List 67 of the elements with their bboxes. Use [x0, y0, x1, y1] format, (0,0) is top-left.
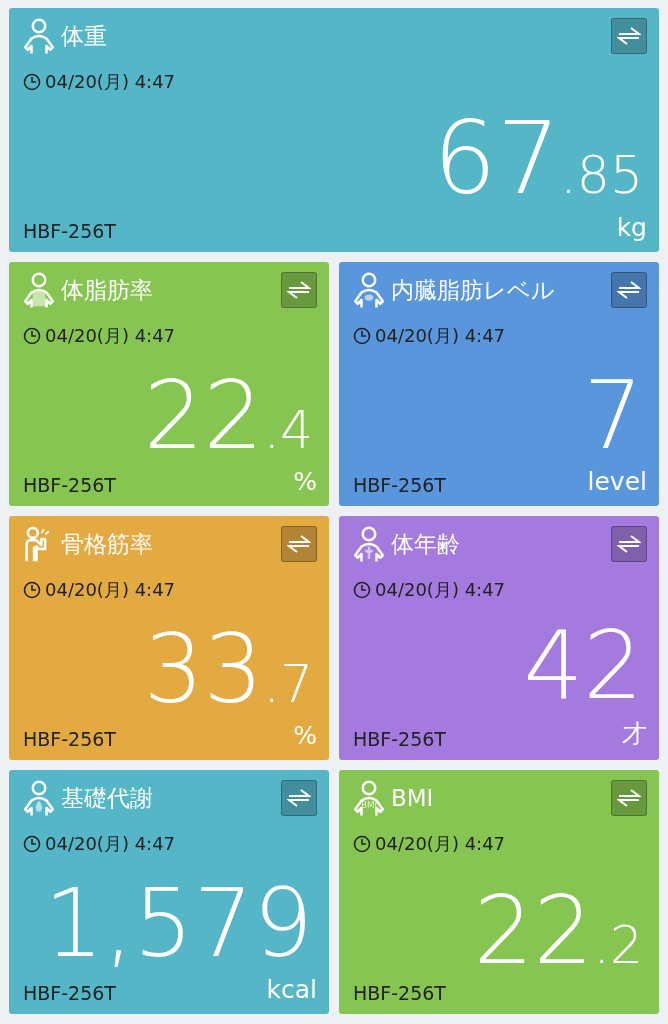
device-model: HBF-256T	[23, 220, 116, 242]
swap-button[interactable]	[281, 272, 317, 308]
clock-icon	[23, 581, 41, 599]
device-model: HBF-256T	[23, 728, 116, 750]
measurement-card[interactable]: 骨格筋率 04/20(月) 4:47 33.7 HBF-256T %	[9, 516, 329, 760]
unit-label: %	[293, 467, 317, 496]
swap-arrows-icon	[617, 280, 641, 300]
card-title: 体脂肪率	[61, 275, 154, 305]
device-model: HBF-256T	[353, 982, 446, 1004]
unit-label: level	[587, 467, 647, 496]
measurement-card[interactable]: 体重 04/20(月) 4:47 67.85 HBF-256T kg	[9, 8, 659, 252]
swap-arrows-icon	[617, 788, 641, 808]
device-model: HBF-256T	[23, 982, 116, 1004]
person-icon	[353, 524, 385, 564]
device-model: HBF-256T	[23, 474, 116, 496]
device-model: HBF-256T	[353, 728, 446, 750]
swap-button[interactable]	[611, 272, 647, 308]
measurement-value: 22.2	[473, 884, 643, 978]
clock-icon	[353, 581, 371, 599]
clock-icon	[23, 835, 41, 853]
clock-icon	[353, 327, 371, 345]
measurement-value: 1,579	[43, 877, 313, 971]
card-title: 体年齢	[391, 529, 461, 559]
measurement-card[interactable]: 体年齢 04/20(月) 4:47 42 HBF-256T 才	[339, 516, 659, 760]
measurement-value: 7	[583, 369, 643, 463]
clock-icon	[353, 835, 371, 853]
swap-arrows-icon	[617, 534, 641, 554]
person-icon	[23, 270, 55, 310]
unit-label: kg	[616, 213, 647, 242]
clock-icon	[23, 73, 41, 91]
swap-arrows-icon	[287, 280, 311, 300]
swap-button[interactable]	[281, 526, 317, 562]
measurement-card[interactable]: BMI BMI 04/20(月) 4:47 22.2 HBF-256T	[339, 770, 659, 1014]
measurement-card[interactable]: 基礎代謝 04/20(月) 4:47 1,579 HBF-256T kcal	[9, 770, 329, 1014]
measurement-time: 04/20(月) 4:47	[375, 578, 506, 602]
measurement-time: 04/20(月) 4:47	[375, 324, 506, 348]
device-model: HBF-256T	[353, 474, 446, 496]
person-icon	[23, 778, 55, 818]
swap-arrows-icon	[287, 534, 311, 554]
clock-icon	[23, 327, 41, 345]
card-title: 内臓脂肪レベル	[391, 275, 556, 305]
swap-button[interactable]	[611, 526, 647, 562]
card-title: 基礎代謝	[61, 783, 154, 813]
measurement-value: 67.85	[433, 109, 643, 209]
measurement-card[interactable]: 内臓脂肪レベル 04/20(月) 4:47 7 HBF-256T level	[339, 262, 659, 506]
measurement-value: 33.7	[143, 623, 313, 717]
measurement-value: 22.4	[143, 369, 313, 463]
unit-label: kcal	[266, 975, 317, 1004]
unit-label: 才	[622, 718, 647, 750]
swap-button[interactable]	[611, 18, 647, 54]
swap-button[interactable]	[611, 780, 647, 816]
measurement-time: 04/20(月) 4:47	[45, 70, 176, 94]
swap-arrows-icon	[287, 788, 311, 808]
card-title: BMI	[391, 785, 435, 811]
person-icon	[23, 16, 55, 56]
person-icon	[353, 270, 385, 310]
measurement-time: 04/20(月) 4:47	[45, 578, 176, 602]
card-title: 骨格筋率	[61, 529, 154, 559]
measurement-time: 04/20(月) 4:47	[45, 324, 176, 348]
unit-label: %	[293, 721, 317, 750]
swap-button[interactable]	[281, 780, 317, 816]
measurement-card[interactable]: 体脂肪率 04/20(月) 4:47 22.4 HBF-256T %	[9, 262, 329, 506]
measurement-value: 42	[523, 619, 643, 713]
card-title: 体重	[61, 21, 108, 51]
measurement-time: 04/20(月) 4:47	[375, 832, 506, 856]
measurement-time: 04/20(月) 4:47	[45, 832, 176, 856]
swap-arrows-icon	[617, 26, 641, 46]
